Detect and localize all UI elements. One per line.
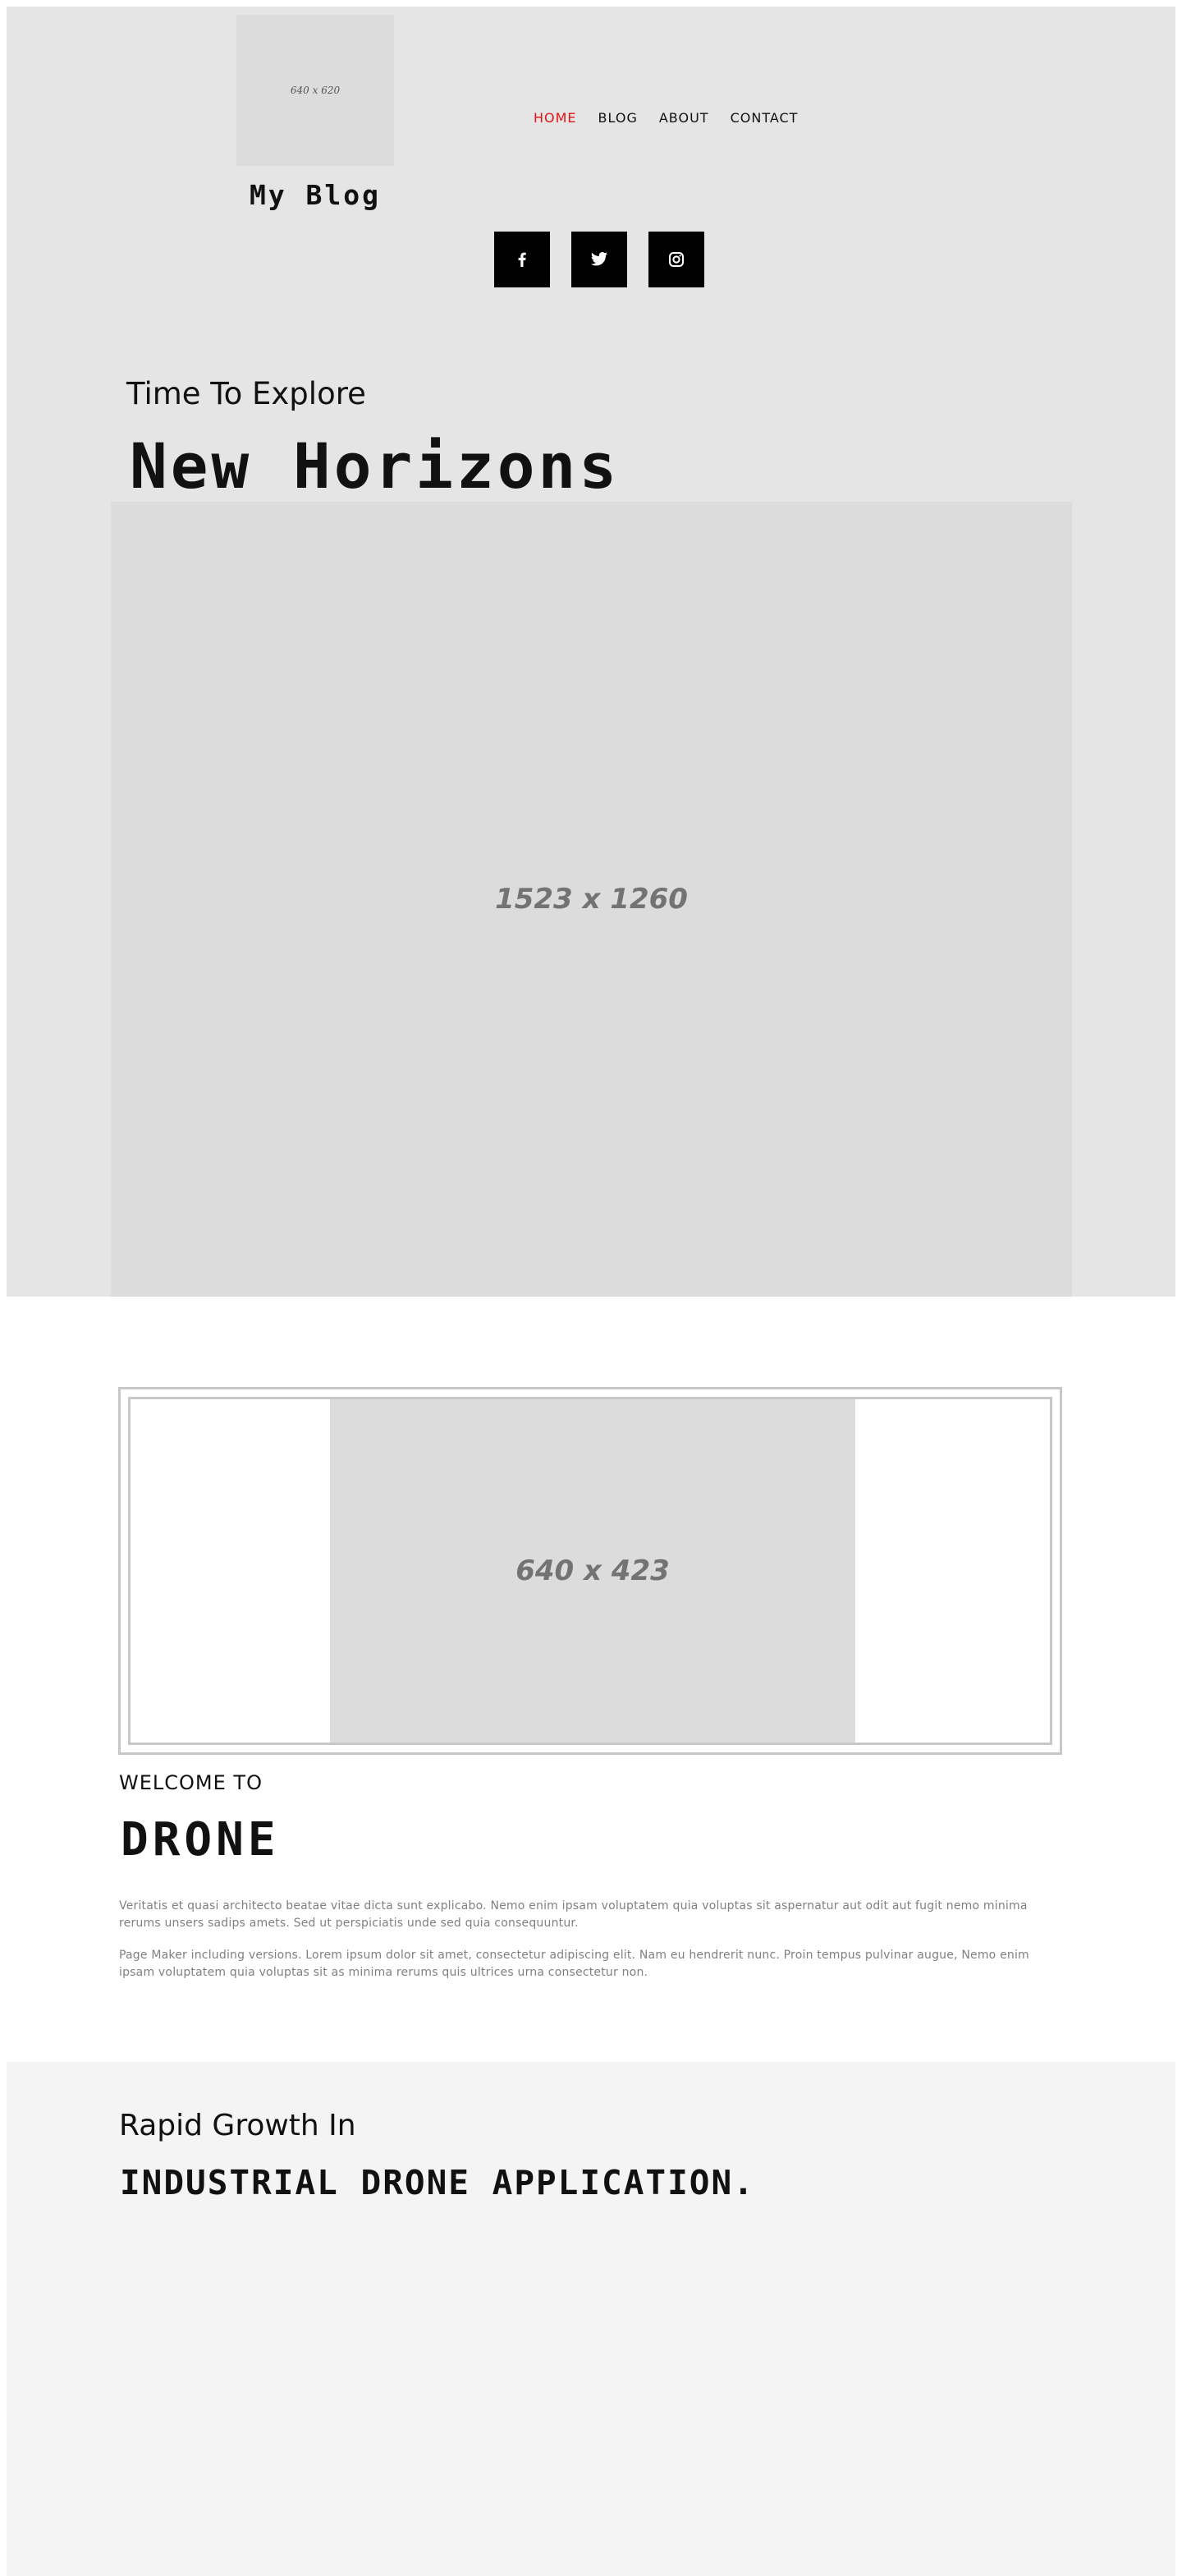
welcome-image-placeholder: 640 x 423 (330, 1399, 855, 1743)
blog-name[interactable]: My Blog (230, 179, 401, 211)
facebook-button[interactable] (494, 232, 550, 287)
welcome-image-inner-frame: 640 x 423 (128, 1397, 1052, 1745)
welcome-subtitle: WELCOME TO (119, 1771, 263, 1794)
instagram-button[interactable] (648, 232, 704, 287)
logo-placeholder-label: 640 x 620 (290, 85, 341, 96)
main-nav: HOME BLOG ABOUT CONTACT (534, 110, 798, 126)
hero-image-label: 1523 x 1260 (495, 883, 688, 916)
twitter-button[interactable] (571, 232, 627, 287)
welcome-image-frame: 640 x 423 (118, 1387, 1062, 1755)
nav-blog[interactable]: BLOG (598, 110, 638, 126)
growth-section: Rapid Growth In INDUSTRIAL DRONE APPLICA… (7, 2062, 1175, 2576)
instagram-icon (669, 252, 684, 267)
hero-image-placeholder: 1523 x 1260 (111, 502, 1072, 1297)
welcome-image-label: 640 x 423 (515, 1554, 670, 1587)
facebook-icon (518, 252, 526, 267)
hero-section: 640 x 620 My Blog HOME BLOG ABOUT CONTAC… (7, 7, 1175, 1297)
welcome-paragraph-1: Veritatis et quasi architecto beatae vit… (119, 1899, 1028, 1930)
nav-home[interactable]: HOME (534, 110, 577, 126)
hero-tagline: Time To Explore (126, 376, 366, 411)
growth-title: INDUSTRIAL DRONE APPLICATION. (120, 2163, 755, 2202)
growth-subtitle: Rapid Growth In (119, 2109, 356, 2142)
hero-title: New Horizons (130, 429, 621, 503)
nav-about[interactable]: ABOUT (659, 110, 709, 126)
welcome-paragraph-2: Page Maker including versions. Lorem ips… (119, 1949, 1029, 1979)
logo-image-placeholder[interactable]: 640 x 620 (236, 15, 394, 166)
social-links (494, 232, 704, 287)
welcome-title: DRONE (121, 1813, 280, 1867)
nav-contact[interactable]: CONTACT (731, 110, 799, 126)
twitter-icon (590, 252, 608, 266)
